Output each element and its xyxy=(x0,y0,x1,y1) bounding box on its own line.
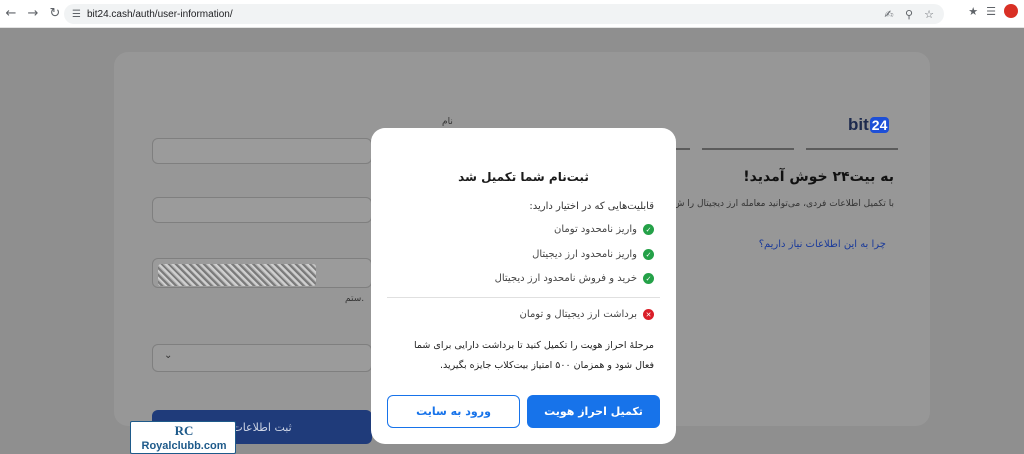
translate-icon[interactable]: ✍ xyxy=(882,8,896,21)
bookmark-star-icon[interactable]: ☆ xyxy=(922,8,936,21)
check-icon: ✓ xyxy=(643,249,654,260)
favorites-icon[interactable]: ★ xyxy=(968,5,978,18)
capability-label: واریز نامحدود ارز دیجیتال xyxy=(532,249,637,260)
modal-divider xyxy=(387,297,660,298)
site-info-icon[interactable]: ☰ xyxy=(72,9,81,20)
capabilities-heading: قابلیت‌هایی که در اختیار دارید: xyxy=(529,201,654,212)
modal-title: ثبت‌نام شما تکمیل شد xyxy=(458,170,589,184)
back-icon[interactable]: ← xyxy=(0,3,22,25)
first-name-field[interactable] xyxy=(152,138,372,164)
capability-label: واریز نامحدود تومان xyxy=(554,224,637,235)
check-icon: ✓ xyxy=(643,224,654,235)
url-text: bit24.cash/auth/user-information/ xyxy=(86,8,233,20)
capability-item: ✓ واریز نامحدود ارز دیجیتال xyxy=(532,249,654,260)
browser-toolbar: ← → ↻ ☰ bit24.cash/auth/user-information… xyxy=(0,0,1024,28)
enter-site-button[interactable]: ورود به سایت xyxy=(387,395,520,428)
check-icon: ✓ xyxy=(643,273,654,284)
redacted-value xyxy=(158,264,316,286)
terms-text: ستم. xyxy=(345,294,365,304)
zoom-icon[interactable]: ⚲ xyxy=(902,8,916,21)
verification-note: مرحلهٔ احراز هویت را تکمیل کنید تا برداش… xyxy=(414,340,654,371)
welcome-title: به بیت۲۴ خوش آمدید! xyxy=(743,169,894,185)
extensions-icon[interactable]: ☰ xyxy=(986,5,996,18)
reload-icon[interactable]: ↻ xyxy=(44,3,66,25)
logo-text: bit xyxy=(848,115,869,134)
watermark: RC Royalclubb.com xyxy=(130,421,236,454)
progress-step-2 xyxy=(702,148,794,150)
profile-avatar[interactable] xyxy=(1004,4,1018,18)
bit24-logo: bit 24 xyxy=(848,115,890,135)
watermark-text: Royalclubb.com xyxy=(141,440,227,452)
logo-number: 24 xyxy=(869,117,890,133)
progress-step-3 xyxy=(806,148,898,150)
chevron-down-icon: ⌄ xyxy=(164,350,173,361)
registration-complete-modal: ثبت‌نام شما تکمیل شد قابلیت‌هایی که در ا… xyxy=(371,128,676,444)
cross-icon: ✕ xyxy=(643,309,654,320)
restriction-label: برداشت ارز دیجیتال و تومان xyxy=(519,309,637,320)
capability-item: ✓ خرید و فروش نامحدود ارز دیجیتال xyxy=(495,273,654,284)
select-field[interactable] xyxy=(152,344,372,372)
complete-verification-button[interactable]: تکمیل احراز هویت xyxy=(527,395,660,428)
capability-item: ✓ واریز نامحدود تومان xyxy=(554,224,654,235)
welcome-subtitle: با تکمیل اطلاعات فردی، می‌توانید معامله … xyxy=(673,199,894,209)
last-name-field[interactable] xyxy=(152,197,372,223)
address-bar[interactable]: ☰ bit24.cash/auth/user-information/ ✍ ⚲ … xyxy=(64,4,944,24)
why-info-link[interactable]: چرا به این اطلاعات نیاز داریم؟ xyxy=(759,239,886,250)
name-label: نام xyxy=(442,117,453,127)
forward-icon[interactable]: → xyxy=(22,3,44,25)
restriction-item: ✕ برداشت ارز دیجیتال و تومان xyxy=(520,309,654,320)
capability-label: خرید و فروش نامحدود ارز دیجیتال xyxy=(494,273,637,284)
watermark-logo: RC xyxy=(174,423,194,438)
